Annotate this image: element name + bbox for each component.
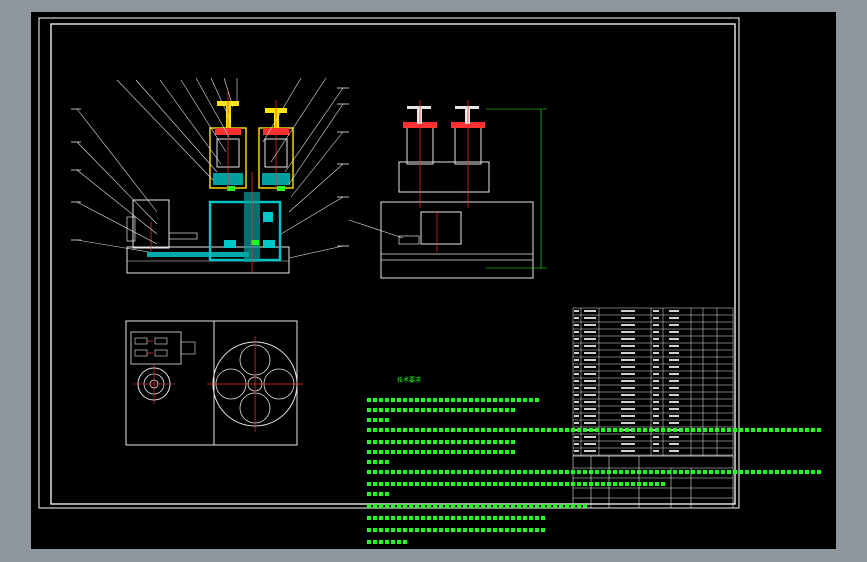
notes-text: [367, 398, 821, 544]
feed-pipe: [147, 252, 249, 257]
side-base: [380, 201, 534, 279]
side-view: [348, 100, 547, 279]
front-view: [71, 77, 349, 274]
top-view-left: [125, 320, 215, 446]
cad-viewport[interactable]: 技术要求: [31, 12, 836, 549]
top-view-right: [207, 320, 303, 446]
notes-title: 技术要求: [397, 377, 422, 384]
